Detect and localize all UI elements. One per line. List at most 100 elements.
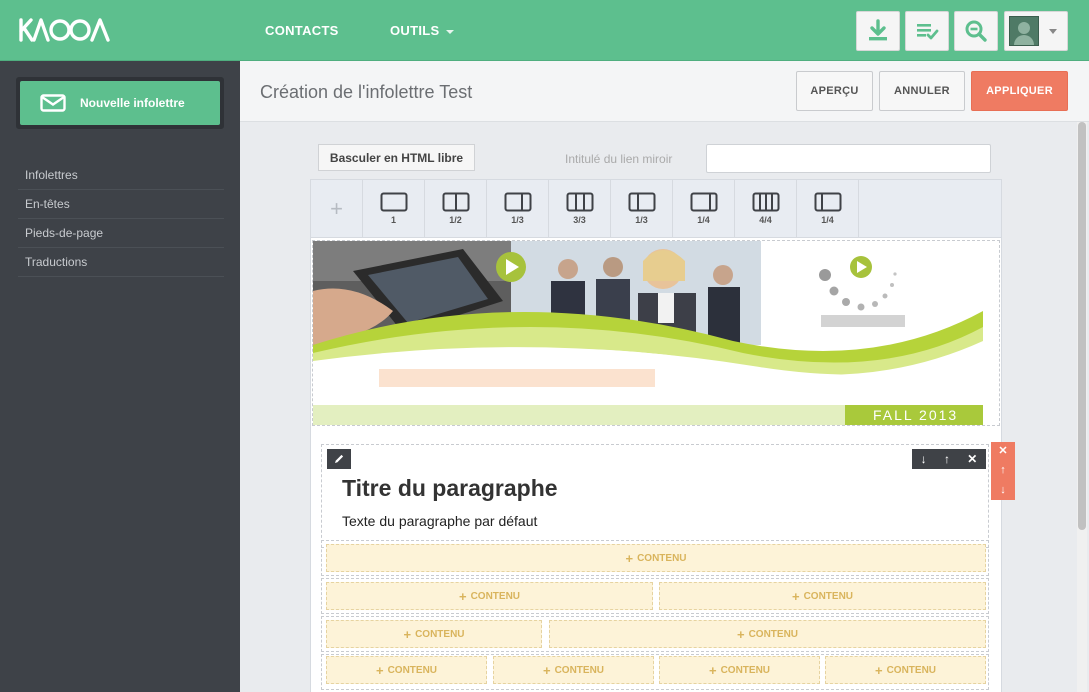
envelope-icon bbox=[40, 94, 66, 112]
page-title: Création de l'infolettre Test bbox=[260, 82, 473, 102]
layout-quarter-icon bbox=[690, 192, 717, 212]
content-cell[interactable]: + CONTENU bbox=[659, 656, 820, 684]
apply-button[interactable]: APPLIQUER bbox=[971, 71, 1068, 111]
content-cell-label: CONTENU bbox=[720, 664, 771, 676]
layout-toolbar: + 1 1/2 1/3 3/3 1/3 1/4 4/4 1/4 bbox=[310, 179, 1002, 238]
sidebar-item-en-tetes[interactable]: En-têtes bbox=[18, 190, 224, 219]
mirror-link-input[interactable] bbox=[706, 144, 991, 173]
banner-image: FALL 2013 bbox=[313, 241, 999, 425]
layout-four-quarters[interactable]: 4/4 bbox=[735, 180, 797, 237]
sidebar-item-infolettres[interactable]: Infolettres bbox=[18, 161, 224, 190]
content-cell[interactable]: + CONTENU bbox=[659, 582, 986, 610]
layout-three-thirds[interactable]: 3/3 bbox=[549, 180, 611, 237]
arrow-down-icon[interactable]: ↓ bbox=[921, 452, 927, 466]
main-header: Création de l'infolettre Test APERÇU ANN… bbox=[240, 61, 1089, 122]
arrow-up-icon[interactable]: ↑ bbox=[1000, 465, 1006, 476]
content-cell-label: CONTENU bbox=[387, 664, 438, 676]
layout-label: 1/4 bbox=[697, 215, 710, 225]
layout-label: 1 bbox=[390, 215, 396, 225]
profile-menu[interactable] bbox=[1004, 11, 1068, 51]
pencil-glyph bbox=[335, 454, 344, 463]
layout-third-icon bbox=[504, 192, 531, 212]
content-cell-label: CONTENU bbox=[554, 664, 605, 676]
content-cell[interactable]: + CONTENU bbox=[493, 656, 654, 684]
chevron-down-icon bbox=[1049, 28, 1057, 34]
zoom-out-icon bbox=[965, 20, 987, 42]
layout-one-icon bbox=[380, 192, 407, 212]
arrow-down-icon[interactable]: ↓ bbox=[1000, 484, 1006, 496]
download-button[interactable] bbox=[856, 11, 900, 51]
content-cell-label: CONTENU bbox=[415, 628, 465, 640]
checklist-button[interactable] bbox=[905, 11, 949, 51]
content-cell-label: CONTENU bbox=[886, 664, 937, 676]
sidebar-item-pieds-de-page[interactable]: Pieds-de-page bbox=[18, 219, 224, 248]
sidebar: Nouvelle infolettre Infolettres En-têtes… bbox=[0, 61, 240, 692]
layout-quarters-icon bbox=[752, 192, 779, 212]
layout-1-column[interactable]: 1 bbox=[363, 180, 425, 237]
row-controls: ✕ ↑ ↓ bbox=[991, 442, 1015, 500]
pencil-icon[interactable] bbox=[327, 449, 351, 469]
avatar bbox=[1009, 16, 1039, 46]
nav-outils[interactable]: OUTILS bbox=[390, 23, 455, 38]
paragraph-text[interactable]: Texte du paragraphe par défaut bbox=[342, 513, 537, 529]
content-cell-label: CONTENU bbox=[748, 628, 799, 640]
new-newsletter-label: Nouvelle infolettre bbox=[80, 96, 185, 110]
paragraph-block[interactable]: ↓ ↑ ✕ Titre du paragraphe Texte du parag… bbox=[321, 444, 989, 548]
layout-label: 3/3 bbox=[573, 215, 586, 225]
nav-outils-label: OUTILS bbox=[390, 23, 440, 38]
zoom-out-button[interactable] bbox=[954, 11, 998, 51]
layout-label: 1/4 bbox=[821, 215, 834, 225]
content-row-3: + CONTENU + CONTENU bbox=[321, 616, 989, 652]
layout-thirds-icon bbox=[566, 192, 593, 212]
scrollbar-thumb[interactable] bbox=[1078, 122, 1086, 530]
content-cell[interactable]: + CONTENU bbox=[326, 656, 487, 684]
block-controls: ↓ ↑ ✕ bbox=[912, 449, 986, 469]
playlist-check-icon bbox=[917, 24, 939, 40]
top-bar: CONTACTS OUTILS bbox=[0, 0, 1089, 61]
layout-label: 1/3 bbox=[635, 215, 648, 225]
layout-quarter-left[interactable]: 1/4 bbox=[797, 180, 859, 237]
arrow-up-icon[interactable]: ↑ bbox=[944, 452, 950, 466]
layout-label: 1/2 bbox=[449, 215, 462, 225]
content-cell[interactable]: + CONTENU bbox=[326, 620, 542, 648]
content-row-1: + CONTENU bbox=[321, 540, 989, 576]
banner-caption: FALL 2013 bbox=[873, 407, 958, 423]
nav-contacts[interactable]: CONTACTS bbox=[265, 23, 339, 38]
cancel-button[interactable]: ANNULER bbox=[879, 71, 965, 111]
layout-third-left[interactable]: 1/3 bbox=[611, 180, 673, 237]
close-icon[interactable]: ✕ bbox=[967, 452, 977, 466]
editor-area: Basculer en HTML libre Intitulé du lien … bbox=[240, 122, 1089, 692]
layout-third-left-icon bbox=[628, 192, 655, 212]
preview-button[interactable]: APERÇU bbox=[796, 71, 873, 111]
chevron-down-icon bbox=[446, 29, 455, 34]
newsletter-canvas: FALL 2013 ↓ ↑ ✕ Titre du paragraphe Text… bbox=[310, 238, 1015, 692]
layout-quarter-right[interactable]: 1/4 bbox=[673, 180, 735, 237]
content-row-2: + CONTENU + CONTENU bbox=[321, 578, 989, 614]
content-cell[interactable]: + CONTENU bbox=[825, 656, 986, 684]
layout-half-icon bbox=[442, 192, 469, 212]
download-icon bbox=[869, 19, 887, 41]
layout-label: 1/3 bbox=[511, 215, 524, 225]
layout-third-right[interactable]: 1/3 bbox=[487, 180, 549, 237]
content-cell-label: CONTENU bbox=[803, 590, 854, 602]
add-layout-button[interactable]: + bbox=[311, 180, 363, 237]
layout-quarter-left-icon bbox=[814, 192, 841, 212]
new-newsletter-wrap: Nouvelle infolettre bbox=[16, 77, 224, 129]
content-cell[interactable]: + CONTENU bbox=[326, 582, 653, 610]
content-cell[interactable]: + CONTENU bbox=[549, 620, 986, 648]
content-cell[interactable]: + CONTENU bbox=[326, 544, 986, 572]
kaooa-logo[interactable] bbox=[18, 14, 112, 46]
layout-label: 4/4 bbox=[759, 215, 772, 225]
content-row-4: + CONTENU + CONTENU + CONTENU + CONTENU bbox=[321, 654, 989, 690]
content-cell-label: CONTENU bbox=[470, 590, 521, 602]
toggle-html-button[interactable]: Basculer en HTML libre bbox=[318, 144, 475, 171]
layout-half[interactable]: 1/2 bbox=[425, 180, 487, 237]
logo-wordmark bbox=[19, 18, 110, 42]
editor-scrollbar[interactable] bbox=[1077, 122, 1087, 692]
new-newsletter-button[interactable]: Nouvelle infolettre bbox=[20, 81, 220, 125]
header-banner[interactable]: FALL 2013 bbox=[312, 240, 1000, 426]
mirror-link-label: Intitulé du lien miroir bbox=[565, 152, 673, 166]
close-icon[interactable]: ✕ bbox=[998, 446, 1007, 457]
sidebar-item-traductions[interactable]: Traductions bbox=[18, 248, 224, 277]
paragraph-title[interactable]: Titre du paragraphe bbox=[342, 475, 558, 502]
